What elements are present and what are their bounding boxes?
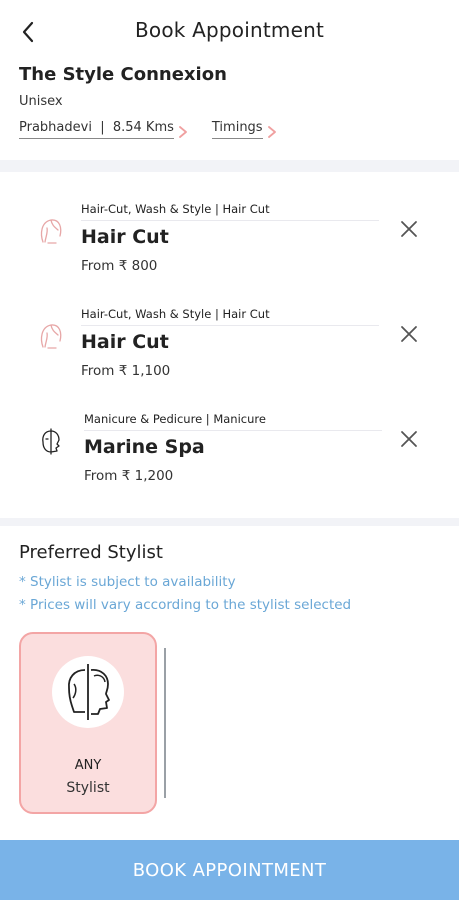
- hair-icon: [40, 324, 62, 349]
- timings-label: Timings: [211, 120, 263, 139]
- service-category: Manicure & Pedicure | Manicure: [84, 412, 266, 426]
- stylist-label: Stylist: [66, 780, 110, 796]
- service-item: Manicure & Pedicure | Manicure Marine Sp…: [0, 406, 459, 506]
- remove-service-button[interactable]: [396, 321, 422, 347]
- location-link[interactable]: Prabhadevi | 8.54 Kms: [19, 120, 188, 139]
- divider: [81, 220, 379, 221]
- salon-type: Unisex: [19, 94, 63, 109]
- unisex-head-icon: [68, 664, 110, 720]
- chevron-right-icon: [178, 125, 187, 138]
- timings-link[interactable]: Timings: [211, 120, 277, 139]
- face-icon: [42, 428, 60, 455]
- page-title: Book Appointment: [134, 18, 325, 42]
- stylist-name: ANY: [74, 758, 102, 773]
- service-name: Marine Spa: [84, 436, 205, 458]
- book-appointment-button[interactable]: BOOK APPOINTMENT: [0, 840, 459, 900]
- section-title: Preferred Stylist: [19, 542, 163, 563]
- section-divider: [0, 518, 459, 526]
- scroll-indicator: [164, 648, 166, 798]
- close-icon: [401, 326, 417, 342]
- any-stylist-card[interactable]: ANY Stylist: [19, 632, 157, 814]
- salon-name: The Style Connexion: [19, 64, 227, 85]
- header: Book Appointment The Style Connexion Uni…: [0, 0, 459, 160]
- service-name: Hair Cut: [81, 331, 169, 353]
- service-price: From ₹ 1,100: [81, 363, 171, 379]
- price-note: * Prices will vary according to the styl…: [19, 597, 352, 613]
- close-icon: [401, 431, 417, 447]
- remove-service-button[interactable]: [396, 216, 422, 242]
- avatar: [52, 656, 124, 728]
- service-item: Hair-Cut, Wash & Style | Hair Cut Hair C…: [0, 301, 459, 401]
- hair-icon: [40, 219, 62, 244]
- service-name: Hair Cut: [81, 226, 169, 248]
- salon-info-row: Prabhadevi | 8.54 Kms Timings: [19, 120, 277, 139]
- divider: [84, 430, 382, 431]
- service-item: Hair-Cut, Wash & Style | Hair Cut Hair C…: [0, 196, 459, 296]
- remove-service-button[interactable]: [396, 426, 422, 452]
- divider: [81, 325, 379, 326]
- service-price: From ₹ 800: [81, 258, 158, 274]
- section-divider: [0, 160, 459, 172]
- availability-note: * Stylist is subject to availability: [19, 574, 236, 590]
- selected-services-list: Hair-Cut, Wash & Style | Hair Cut Hair C…: [0, 172, 459, 518]
- service-category: Hair-Cut, Wash & Style | Hair Cut: [81, 202, 270, 216]
- location-text: Prabhadevi | 8.54 Kms: [19, 120, 174, 139]
- preferred-stylist-section: Preferred Stylist * Stylist is subject t…: [0, 526, 459, 840]
- service-price: From ₹ 1,200: [84, 468, 174, 484]
- chevron-right-icon: [267, 125, 276, 138]
- close-icon: [401, 221, 417, 237]
- service-category: Hair-Cut, Wash & Style | Hair Cut: [81, 307, 270, 321]
